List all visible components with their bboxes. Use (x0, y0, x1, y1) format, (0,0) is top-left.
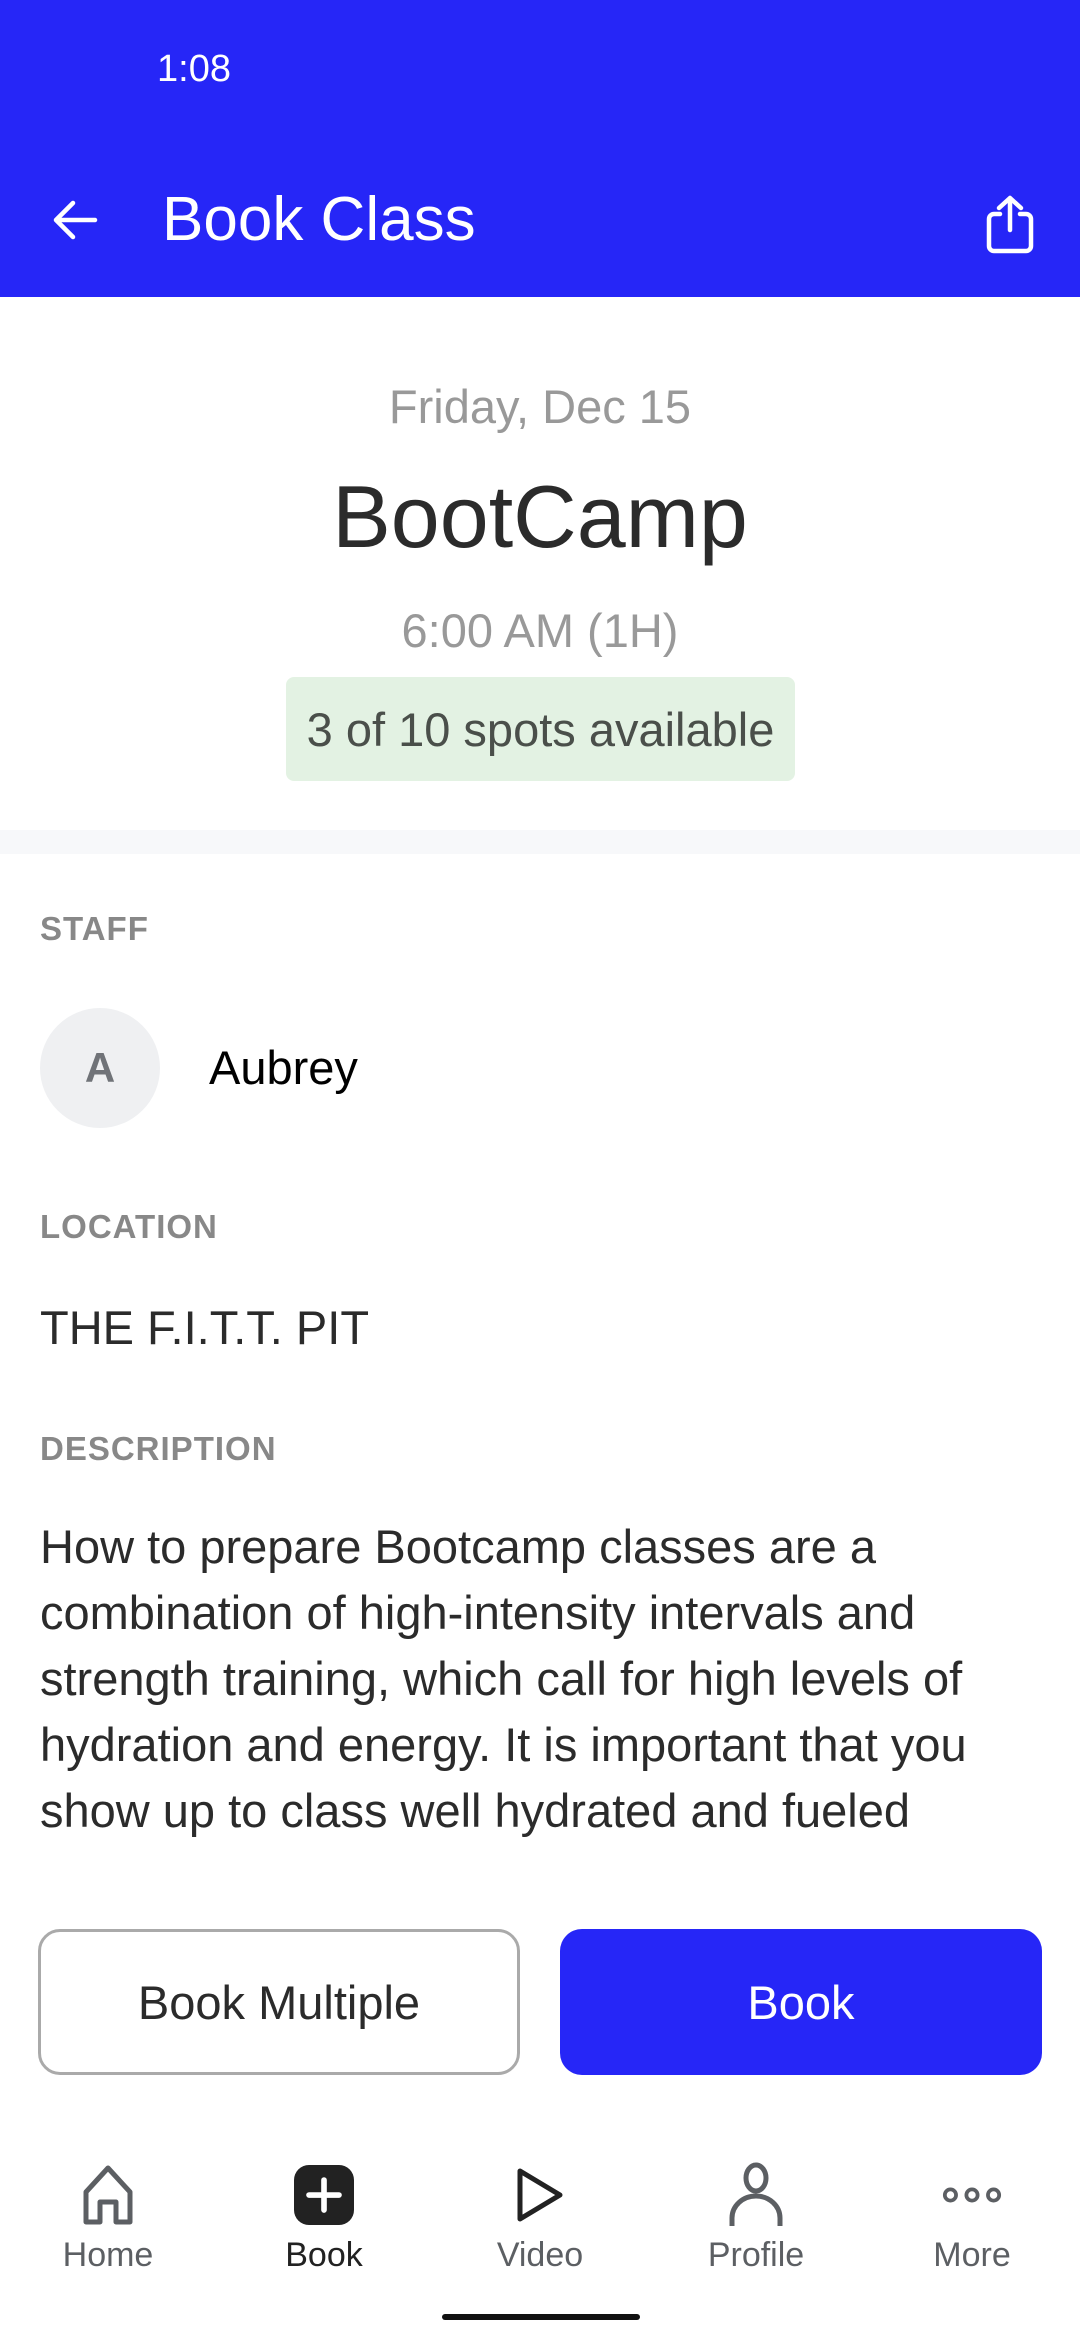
nav-item-home[interactable]: Home (0, 2150, 216, 2290)
description-scroll-area[interactable]: How to prepare Bootcamp classes are a co… (40, 1514, 1050, 1860)
nav-item-more[interactable]: More (864, 2150, 1080, 2290)
page-title: Book Class (162, 185, 476, 254)
nav-label: Book (285, 2236, 363, 2274)
class-time: 6:00 AM (1H) (401, 604, 679, 657)
book-plus-icon (294, 2165, 354, 2225)
nav-item-book[interactable]: Book (216, 2150, 432, 2290)
book-button[interactable]: Book (560, 1929, 1042, 2075)
class-name: BootCamp (332, 467, 748, 566)
section-divider (0, 830, 1080, 854)
play-icon (517, 2168, 563, 2222)
home-indicator[interactable] (442, 2314, 640, 2320)
description-text: How to prepare Bootcamp classes are a co… (40, 1520, 967, 1837)
book-multiple-button[interactable]: Book Multiple (38, 1929, 520, 2075)
nav-item-video[interactable]: Video (432, 2150, 648, 2290)
staff-avatar[interactable]: A (40, 1008, 160, 1128)
more-icon (942, 2187, 1002, 2203)
share-button[interactable] (975, 184, 1045, 264)
status-bar-time: 1:08 (157, 48, 231, 90)
nav-label: Profile (707, 2236, 805, 2274)
spots-available-badge: 3 of 10 spots available (286, 677, 795, 781)
location-value: THE F.I.T.T. PIT (40, 1301, 370, 1354)
app-header: 1:08 Book Class (0, 0, 1080, 297)
arrow-left-icon (53, 200, 98, 240)
bottom-navigation: Home Book Video Profile More (0, 2150, 1080, 2290)
description-label: DESCRIPTION (40, 1430, 277, 1467)
nav-label: More (933, 2236, 1011, 2274)
class-date: Friday, Dec 15 (388, 380, 692, 433)
staff-name[interactable]: Aubrey (209, 1040, 358, 1096)
back-button[interactable] (40, 185, 110, 255)
staff-label: STAFF (40, 910, 149, 947)
location-label: LOCATION (40, 1208, 218, 1245)
nav-label: Video (496, 2236, 584, 2274)
nav-label: Home (62, 2236, 154, 2274)
share-icon (986, 195, 1034, 254)
home-icon (83, 2165, 133, 2225)
nav-item-profile[interactable]: Profile (648, 2150, 864, 2290)
avatar-initial: A (84, 1044, 116, 1091)
profile-icon (729, 2162, 783, 2226)
